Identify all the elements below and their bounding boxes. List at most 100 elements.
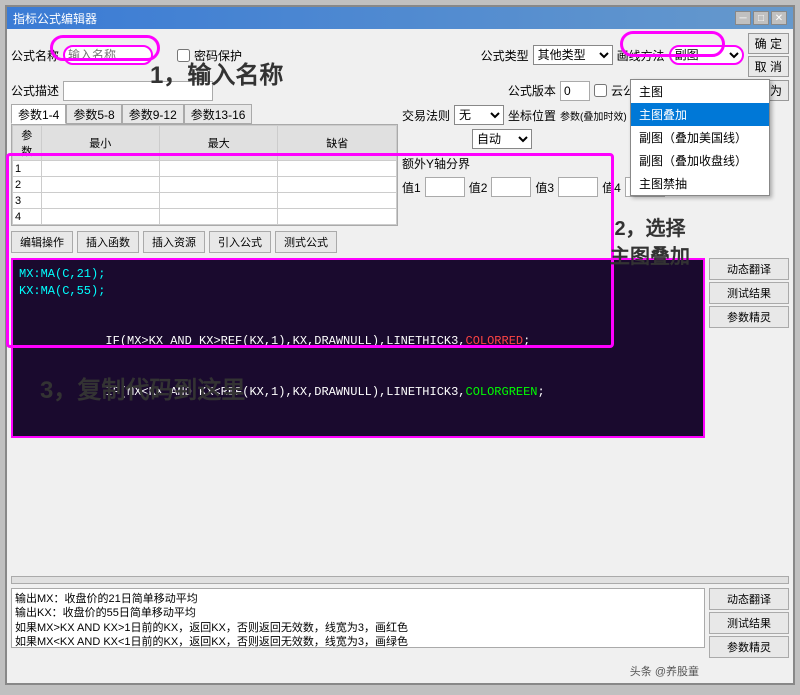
val4-label: 值4 — [602, 179, 621, 196]
test-formula-button[interactable]: 测式公式 — [275, 231, 337, 253]
input-row3-min — [44, 195, 157, 207]
dropdown-item-0[interactable]: 主图 — [631, 80, 769, 103]
coord-value-select[interactable]: 自动 — [472, 129, 532, 149]
code-line-1: MX:MA(C,21); — [19, 266, 697, 283]
close-button[interactable]: ✕ — [771, 11, 787, 25]
cell-row1-max[interactable] — [160, 161, 278, 177]
cancel-button[interactable]: 取 消 — [748, 56, 789, 77]
watermark-area: 头条 @养股童 — [11, 663, 789, 679]
formula-name-input[interactable] — [63, 45, 153, 65]
output-section: 输出MX：收盘价的21日简单移动平均 输出KX：收盘价的55日简单移动平均 如果… — [11, 588, 705, 648]
page-wrapper: 指标公式编辑器 ─ □ ✕ 公式名称 密码保护 公式类型 其他类型 画 — [0, 5, 800, 695]
yaxis-val1-input[interactable] — [425, 177, 465, 197]
draw-method-select[interactable]: 副图 — [669, 45, 744, 65]
formula-name-label: 公式名称 — [11, 47, 59, 64]
bottom-right-buttons: 动态翻译 测试结果 参数精灵 — [709, 588, 789, 658]
params-left-area: 参数1-4 参数5-8 参数9-12 参数13-16 参数 最小 — [11, 104, 398, 226]
formula-name-row: 公式名称 密码保护 公式类型 其他类型 画线方法 副图 确 定 取 消 — [11, 33, 789, 77]
input-row3-max — [162, 195, 275, 207]
val2-label: 值2 — [469, 179, 488, 196]
title-bar: 指标公式编辑器 ─ □ ✕ — [7, 7, 793, 29]
output-line-1: 输出MX：收盘价的21日简单移动平均 — [15, 592, 701, 606]
formula-desc-input[interactable] — [63, 81, 213, 101]
col-header-default: 缺省 — [278, 126, 397, 161]
insert-resource-button[interactable]: 插入资源 — [143, 231, 205, 253]
tab-params-13-16[interactable]: 参数13-16 — [184, 104, 253, 124]
tab-params-1-4[interactable]: 参数1-4 — [11, 104, 66, 124]
dynamic-translate-button[interactable]: 动态翻译 — [709, 258, 789, 280]
output-line-4: 如果MX<KX AND KX<1日前的KX，返回KX，否则返回无效数，线宽为3，… — [15, 635, 701, 648]
table-row: 4 — [13, 209, 397, 225]
confirm-cancel-group: 确 定 取 消 — [748, 33, 789, 77]
tab-params-5-8[interactable]: 参数5-8 — [66, 104, 121, 124]
output-line-2: 输出KX：收盘价的55日简单移动平均 — [15, 606, 701, 620]
test-result-button[interactable]: 测试结果 — [709, 282, 789, 304]
trade-select[interactable]: 无 — [454, 105, 504, 125]
cell-row1-min[interactable] — [41, 161, 159, 177]
code-line-4: IF(MX>KX AND KX>REF(KX,1),KX,DRAWNULL),L… — [19, 316, 697, 366]
import-formula-button[interactable]: 引入公式 — [209, 231, 271, 253]
formula-desc-label: 公式描述 — [11, 82, 59, 99]
input-row4-min — [44, 211, 157, 223]
input-row1-default — [280, 163, 394, 175]
code-line-3 — [19, 300, 697, 317]
input-row2-default — [280, 179, 394, 191]
bottom-test-result-button[interactable]: 测试结果 — [709, 612, 789, 634]
input-row3-default — [280, 195, 394, 207]
minimize-button[interactable]: ─ — [735, 11, 751, 25]
table-row: 3 — [13, 193, 397, 209]
yaxis-val2-input[interactable] — [491, 177, 531, 197]
table-row: 2 — [13, 177, 397, 193]
dropdown-item-4[interactable]: 主图禁抽 — [631, 172, 769, 195]
input-row2-max — [162, 179, 275, 191]
tab-params-9-12[interactable]: 参数9-12 — [122, 104, 184, 124]
cell-row3-param: 3 — [13, 193, 42, 209]
formula-type-select[interactable]: 其他类型 — [533, 45, 613, 65]
maximize-button[interactable]: □ — [753, 11, 769, 25]
col-header-max: 最大 — [160, 126, 278, 161]
watermark-text: 头条 @养股童 — [630, 663, 699, 679]
output-line-3: 如果MX>KX AND KX>1日前的KX，返回KX，否则返回无效数，线宽为3，… — [15, 621, 701, 635]
output-area: 输出MX：收盘价的21日简单移动平均 输出KX：收盘价的55日简单移动平均 如果… — [11, 588, 789, 658]
param-wizard-button[interactable]: 参数精灵 — [709, 306, 789, 328]
bottom-toolbar: 编辑操作 插入函数 插入资源 引入公式 测式公式 — [11, 229, 789, 255]
formula-version-label: 公式版本 — [508, 82, 556, 99]
col-header-param: 参数 — [13, 126, 42, 161]
input-row1-min — [44, 163, 157, 175]
dropdown-overlay: 主图 主图叠加 副图（叠加美国线） 副图（叠加收盘线） 主图禁抽 — [630, 79, 770, 196]
password-checkbox[interactable] — [177, 49, 190, 62]
input-row1-max — [162, 163, 275, 175]
cloud-formula-checkbox[interactable] — [594, 84, 607, 97]
code-right-panel: 动态翻译 测试结果 参数精灵 — [709, 258, 789, 572]
horizontal-scrollbar[interactable] — [11, 576, 789, 584]
cell-row1-param: 1 — [13, 161, 42, 177]
input-row4-default — [280, 211, 394, 223]
yaxis-val3-input[interactable] — [558, 177, 598, 197]
title-bar-text: 指标公式编辑器 — [13, 10, 97, 27]
params-table-container: 参数 最小 最大 缺省 1 — [11, 124, 398, 226]
code-editor[interactable]: MX:MA(C,21); KX:MA(C,55); IF(MX>KX AND K… — [11, 258, 705, 438]
input-row2-min — [44, 179, 157, 191]
title-bar-buttons: ─ □ ✕ — [735, 11, 787, 25]
yaxis-label: 额外Y轴分界 — [402, 155, 470, 172]
formula-type-label: 公式类型 — [481, 47, 529, 64]
insert-func-button[interactable]: 插入函数 — [77, 231, 139, 253]
table-row: 1 — [13, 161, 397, 177]
dropdown-item-1[interactable]: 主图叠加 — [631, 103, 769, 126]
dropdown-item-2[interactable]: 副图（叠加美国线） — [631, 126, 769, 149]
cell-row1-default[interactable] — [278, 161, 397, 177]
code-line-2: KX:MA(C,55); — [19, 283, 697, 300]
formula-version-input[interactable] — [560, 81, 590, 101]
draw-method-label: 画线方法 — [617, 47, 665, 64]
coord-label: 坐标位置 — [508, 107, 556, 124]
val1-label: 值1 — [402, 179, 421, 196]
edit-ops-button[interactable]: 编辑操作 — [11, 231, 73, 253]
confirm-button[interactable]: 确 定 — [748, 33, 789, 54]
dropdown-item-3[interactable]: 副图（叠加收盘线） — [631, 149, 769, 172]
bottom-dynamic-translate-button[interactable]: 动态翻译 — [709, 588, 789, 610]
params-table: 参数 最小 最大 缺省 1 — [12, 125, 397, 225]
trade-label: 交易法则 — [402, 107, 450, 124]
bottom-param-wizard-button[interactable]: 参数精灵 — [709, 636, 789, 658]
cell-row2-param: 2 — [13, 177, 42, 193]
coord-note: 参数(叠加时效) — [560, 108, 627, 123]
